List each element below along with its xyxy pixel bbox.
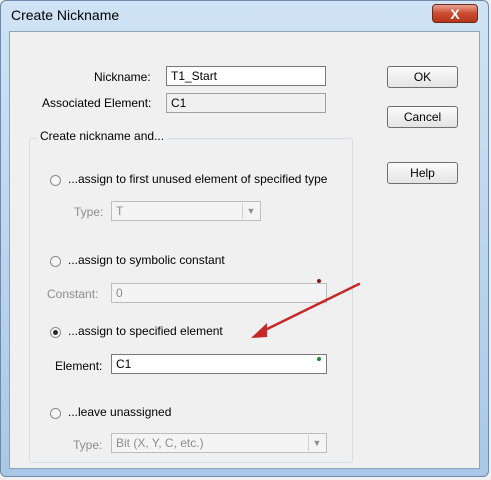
help-button[interactable]: Help — [387, 162, 458, 184]
radio-first-unused[interactable] — [50, 175, 61, 186]
unassigned-type-select-value: Bit (X, Y, C, etc.) — [116, 436, 204, 450]
constant-indicator-dot — [317, 279, 321, 283]
chevron-down-icon: ▼ — [308, 435, 325, 451]
close-icon: X — [450, 5, 460, 22]
chevron-down-icon: ▼ — [242, 203, 259, 219]
type-select[interactable]: T ▼ — [111, 201, 261, 221]
option-symbolic-constant-label[interactable]: ...assign to symbolic constant — [68, 253, 225, 267]
group-legend: Create nickname and... — [37, 129, 168, 143]
constant-label: Constant: — [47, 287, 99, 301]
radio-leave-unassigned[interactable] — [50, 408, 61, 419]
associated-element-label: Associated Element: — [42, 96, 152, 110]
cancel-button[interactable]: Cancel — [387, 106, 458, 128]
close-button[interactable]: X — [432, 4, 478, 23]
nickname-input[interactable]: T1_Start — [166, 66, 326, 86]
option-specified-element-label[interactable]: ...assign to specified element — [68, 324, 223, 338]
radio-symbolic-constant[interactable] — [50, 256, 61, 267]
type-label: Type: — [74, 205, 104, 219]
title-bar[interactable]: Create Nickname X — [1, 1, 488, 31]
type-select-value: T — [116, 204, 124, 218]
radio-specified-element[interactable] — [50, 327, 61, 338]
option-leave-unassigned-label[interactable]: ...leave unassigned — [68, 405, 171, 419]
ok-button[interactable]: OK — [387, 66, 458, 88]
option-first-unused-label[interactable]: ...assign to first unused element of spe… — [68, 172, 327, 186]
dialog-window: Create Nickname X Nickname: T1_Start Ass… — [0, 0, 489, 477]
element-indicator-dot — [317, 357, 321, 361]
window-title: Create Nickname — [11, 7, 120, 23]
element-label: Element: — [55, 359, 103, 373]
element-input[interactable]: C1 — [111, 354, 327, 374]
unassigned-type-label: Type: — [73, 438, 103, 452]
associated-element-field: C1 — [166, 93, 326, 113]
unassigned-type-select[interactable]: Bit (X, Y, C, etc.) ▼ — [111, 433, 327, 453]
constant-input[interactable]: 0 — [111, 283, 327, 303]
nickname-label: Nickname: — [94, 70, 151, 84]
